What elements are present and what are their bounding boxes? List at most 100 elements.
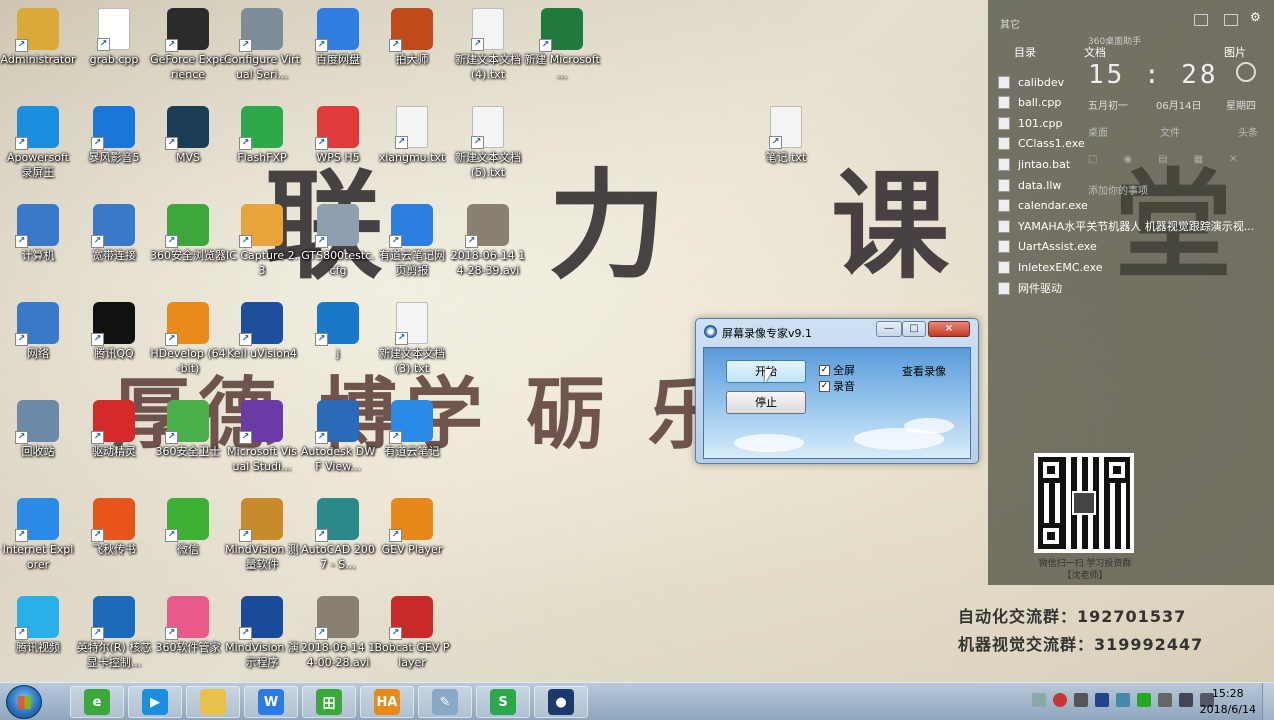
stop-button[interactable]: 停止	[726, 391, 806, 414]
desktop-icon[interactable]: ↗ 新建 Microsoft ...	[524, 4, 600, 96]
desktop-icon[interactable]: ↗ 百度网盘	[300, 4, 376, 96]
desktop-icon[interactable]: ↗ 360软件管家	[150, 592, 226, 684]
recent-file-item[interactable]: InletexEMC.exe	[998, 257, 1103, 277]
recent-file-item[interactable]: data.llw	[998, 175, 1061, 195]
desktop-icon[interactable]: ↗ 计算机	[0, 200, 76, 292]
desktop-icon[interactable]: ↗ WPS H5	[300, 102, 376, 194]
desktop-icon[interactable]: ↗ MVS	[150, 102, 226, 194]
desktop-icon[interactable]: ↗ 回收站	[0, 396, 76, 488]
desktop-icon[interactable]: ↗ 有道云笔记	[374, 396, 450, 488]
desktop-icon[interactable]: ↗ Bobcat GEV Player	[374, 592, 450, 684]
desktop-icon[interactable]: ↗ 新建文本文档 (5).txt	[450, 102, 526, 194]
recent-file-item[interactable]: YAMAHA水平关节机器人 机器视觉跟踪演示视...	[998, 216, 1254, 236]
apowersoft-taskbar[interactable]: ▶	[128, 686, 182, 718]
desktop-icon[interactable]: ↗ 2018-06-14 14-28-39.avi	[450, 200, 526, 292]
widget-grid-icon[interactable]: □	[1088, 154, 1097, 168]
tray-nvidia-icon[interactable]	[1137, 693, 1151, 707]
tray-app-icon[interactable]	[1074, 693, 1088, 707]
desktop-icon[interactable]: ↗ 360安全卫士	[150, 396, 226, 488]
audio-checkbox[interactable]: ✓ 录音	[819, 378, 855, 394]
desktop-icon[interactable]: ↗ GTS800testc.cfg	[300, 200, 376, 292]
recent-file-item[interactable]: calibdev	[998, 72, 1064, 92]
hdevelop-taskbar[interactable]: HA	[360, 686, 414, 718]
desktop-icon[interactable]: ↗ Internet Explorer	[0, 494, 76, 586]
desktop-icon[interactable]: ↗ Keil uVision4	[224, 298, 300, 390]
screen-recorder-taskbar[interactable]: ●	[534, 686, 588, 718]
desktop-icon[interactable]: ↗ 360安全浏览器	[150, 200, 226, 292]
widget-menu-desktop[interactable]: 桌面	[1088, 124, 1108, 139]
desktop-icon[interactable]: ↗ 英特尔(R) 核芯显卡控制...	[76, 592, 152, 684]
view-recordings-link[interactable]: 查看录像	[902, 363, 946, 379]
desktop-icon[interactable]: ↗ 2018-06-14 14-00-28.avi	[300, 592, 376, 684]
recent-file-item[interactable]: calendar.exe	[998, 196, 1088, 216]
widget-settings-icon[interactable]: ⚙	[1250, 10, 1261, 24]
widget-close-icon[interactable]: ✕	[1229, 154, 1237, 168]
widget-menu-files[interactable]: 文件	[1160, 124, 1180, 139]
close-button[interactable]: ×	[928, 321, 970, 337]
show-desktop-button[interactable]	[1262, 683, 1274, 720]
desktop-icon[interactable]: ↗ AutoCAD 2007 - S...	[300, 494, 376, 586]
recent-file-item[interactable]: jintao.bat	[998, 154, 1070, 174]
recent-file-item[interactable]: CClass1.exe	[998, 134, 1085, 154]
recent-file-item[interactable]: ball.cpp	[998, 93, 1061, 113]
desktop-icon[interactable]: ↗ 笔记.txt	[748, 102, 824, 194]
desktop-icon[interactable]: ↗ 微信	[150, 494, 226, 586]
desktop-icon[interactable]: ↗ Apowersoft 录屏王	[0, 102, 76, 194]
desktop-icon[interactable]: ↗ Autodesk DWF View...	[300, 396, 376, 488]
360-browser-taskbar[interactable]: e	[70, 686, 124, 718]
desktop-icon[interactable]: ↗ Microsoft Visual Studi...	[224, 396, 300, 488]
taskbar-clock[interactable]: 15:28 2018/6/14	[1200, 686, 1256, 718]
recent-file-item[interactable]: 网件驱动	[998, 278, 1062, 298]
app-green-taskbar[interactable]: 田	[302, 686, 356, 718]
widget-menu-headlines[interactable]: 头条	[1238, 124, 1258, 139]
desktop-icon[interactable]: ↗ Configure Virtual Seri...	[224, 4, 300, 96]
desktop-icon[interactable]: ↗ 暴风影音5	[76, 102, 152, 194]
desktop-icon[interactable]: ↗ 腾讯QQ	[76, 298, 152, 390]
widget-window-icon[interactable]	[1194, 14, 1208, 26]
tray-record-icon[interactable]	[1053, 693, 1067, 707]
desktop-icon[interactable]: ↗ MindVision 测量软件	[224, 494, 300, 586]
widget-folder-icon[interactable]	[1224, 14, 1238, 26]
desktop-icon[interactable]: ↗ IC Capture 2.3	[224, 200, 300, 292]
tab-catalog[interactable]: 目录	[1014, 44, 1036, 60]
tray-keyboard-icon[interactable]	[1032, 693, 1046, 707]
wps-sheet-taskbar[interactable]: S	[476, 686, 530, 718]
desktop-icon[interactable]: ↗ grab.cpp	[76, 4, 152, 96]
desktop-icon[interactable]: ↗ 宽带连接	[76, 200, 152, 292]
tray-display-icon[interactable]	[1158, 693, 1172, 707]
paint-taskbar[interactable]: ✎	[418, 686, 472, 718]
desktop-icon[interactable]: ↗ xiangmu.txt	[374, 102, 450, 194]
maximize-button[interactable]: □	[902, 321, 926, 337]
tray-bluetooth-icon[interactable]	[1095, 693, 1109, 707]
explorer-taskbar[interactable]	[186, 686, 240, 718]
desktop-icon[interactable]: ↗ 拍大师	[374, 4, 450, 96]
desktop-icon[interactable]: ↗ Administrator	[0, 4, 76, 96]
widget-list-icon[interactable]: ▤	[1158, 154, 1167, 168]
recent-file-item[interactable]: UartAssist.exe	[998, 237, 1097, 257]
tray-network-icon[interactable]	[1179, 693, 1193, 707]
desktop-icon[interactable]: ↗ 新建文本文档 (3).txt	[374, 298, 450, 390]
widget-add-hint[interactable]: 添加你的事项	[1088, 182, 1148, 197]
desktop-icon[interactable]: ↗ MindVision 演示程序	[224, 592, 300, 684]
widget-table-icon[interactable]: ▦	[1194, 154, 1203, 168]
tray-sync-icon[interactable]	[1116, 693, 1130, 707]
tab-pictures[interactable]: 图片	[1224, 44, 1246, 60]
desktop-icon[interactable]: ↗ 腾讯视频	[0, 592, 76, 684]
recent-file-item[interactable]: 101.cpp	[998, 113, 1063, 133]
desktop-icon[interactable]: ↗ FlashFXP	[224, 102, 300, 194]
desktop-icon[interactable]: ↗ 网络	[0, 298, 76, 390]
wps-writer-taskbar[interactable]: W	[244, 686, 298, 718]
desktop-icon[interactable]: ↗ GeForce Experience	[150, 4, 226, 96]
widget-eye-icon[interactable]: ◉	[1123, 154, 1132, 168]
fullscreen-checkbox[interactable]: ✓ 全屏	[819, 362, 855, 378]
desktop-icon[interactable]: ↗ 驱动精灵	[76, 396, 152, 488]
start-button-icon[interactable]	[6, 685, 42, 719]
tab-documents[interactable]: 文档	[1084, 44, 1106, 60]
desktop-icon[interactable]: ↗ GEV Player	[374, 494, 450, 586]
desktop-icon[interactable]: ↗ 有道云笔记网页剪报	[374, 200, 450, 292]
desktop-icon[interactable]: ↗ HDevelop (64-bit)	[150, 298, 226, 390]
desktop-icon[interactable]: ↗ 新建文本文档 (4).txt	[450, 4, 526, 96]
minimize-button[interactable]: —	[876, 321, 902, 337]
desktop-icon[interactable]: ↗ j	[300, 298, 376, 390]
desktop-icon[interactable]: ↗ 飞秋传书	[76, 494, 152, 586]
